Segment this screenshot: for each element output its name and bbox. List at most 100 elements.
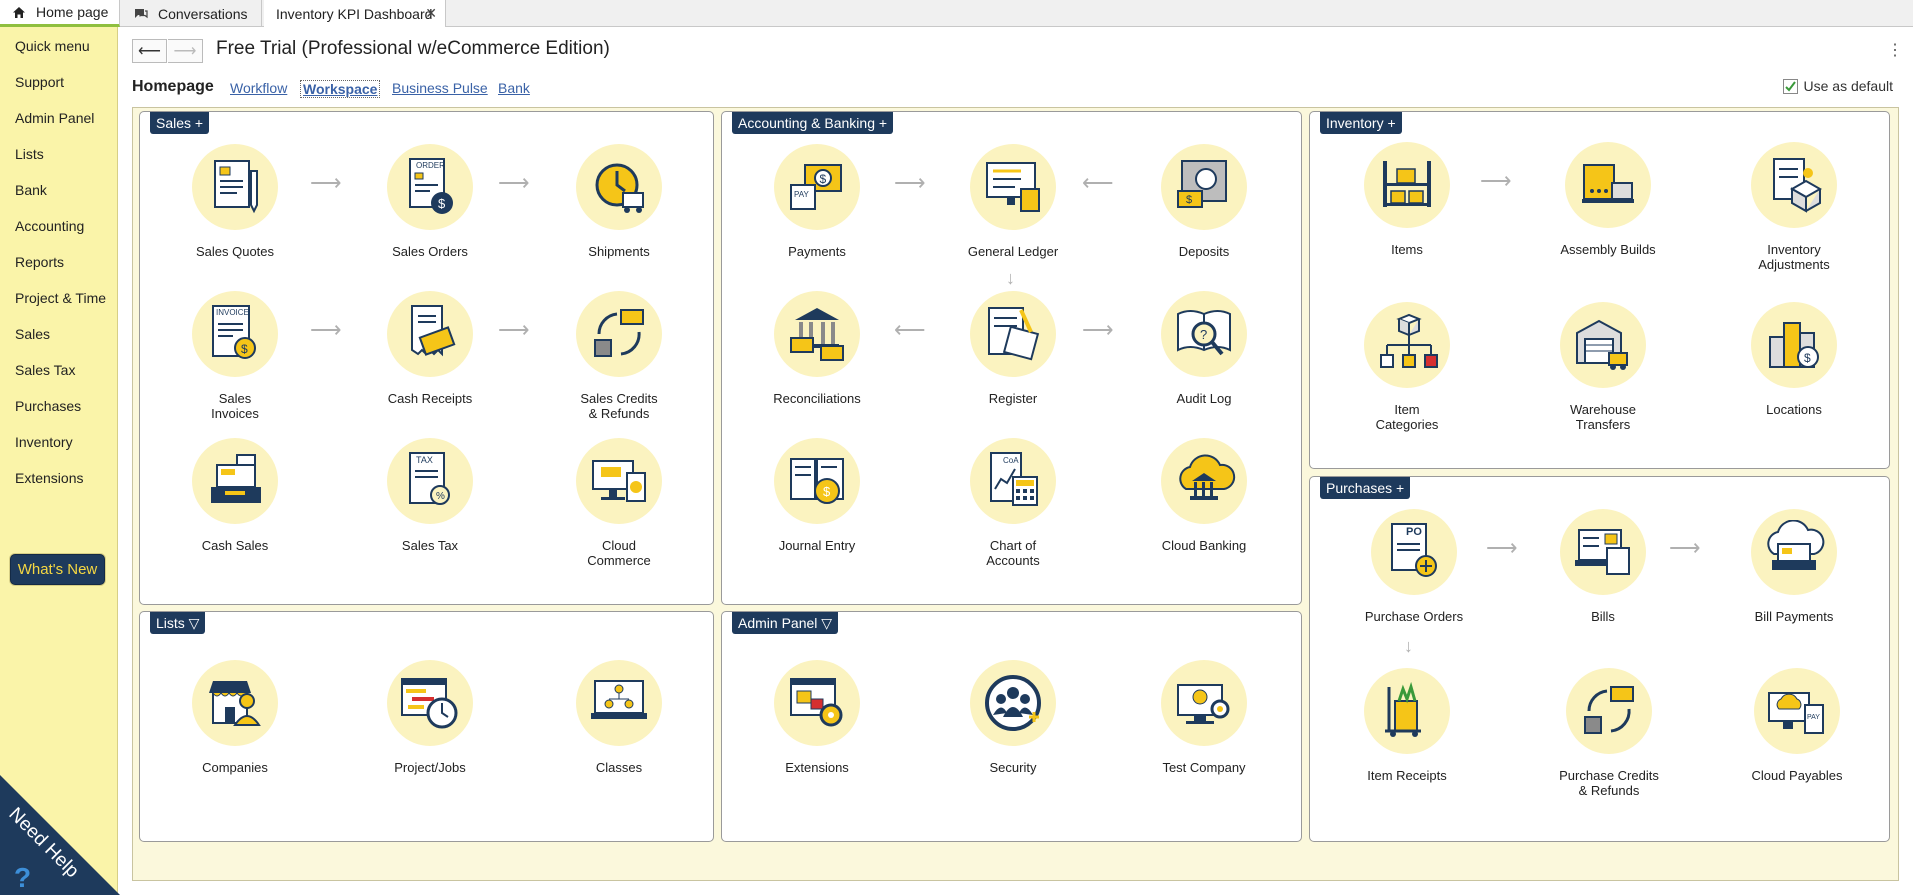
panel-title-sales[interactable]: Sales + xyxy=(150,112,210,134)
sidebar-item-reports[interactable]: Reports xyxy=(15,254,64,270)
item-warehouse-transfers[interactable]: Warehouse Transfers xyxy=(1518,302,1688,432)
classes-icon xyxy=(576,660,662,746)
companies-icon xyxy=(192,660,278,746)
cloud-commerce-icon xyxy=(576,438,662,524)
homepage-label: Homepage xyxy=(132,78,214,95)
item-cash-receipts[interactable]: Cash Receipts xyxy=(345,291,515,406)
item-sales-quotes[interactable]: Sales Quotes xyxy=(150,144,320,259)
item-label: Sales Quotes xyxy=(195,244,275,259)
link-business-pulse[interactable]: Business Pulse xyxy=(392,80,488,96)
sidebar-item-admin-panel[interactable]: Admin Panel xyxy=(15,110,94,126)
sidebar-item-sales[interactable]: Sales xyxy=(15,326,50,342)
page-title: Free Trial (Professional w/eCommerce Edi… xyxy=(216,38,610,59)
item-audit-log[interactable]: ? Audit Log xyxy=(1119,291,1289,406)
panel-title-purchases[interactable]: Purchases + xyxy=(1320,477,1411,499)
item-purchase-credits-refunds[interactable]: Purchase Credits & Refunds xyxy=(1524,668,1694,798)
extensions-icon xyxy=(774,660,860,746)
item-project-jobs[interactable]: Project/Jobs xyxy=(345,660,515,775)
item-extensions[interactable]: Extensions xyxy=(732,660,902,775)
item-label: Item Categories xyxy=(1375,402,1439,432)
item-item-categories[interactable]: Item Categories xyxy=(1322,302,1492,432)
item-chart-of-accounts[interactable]: CoA Chart of Accounts xyxy=(928,438,1098,568)
item-sales-credits-refunds[interactable]: Sales Credits & Refunds xyxy=(534,291,704,421)
item-cloud-banking[interactable]: Cloud Banking xyxy=(1119,438,1289,553)
svg-text:?: ? xyxy=(1200,327,1207,342)
item-cloud-commerce[interactable]: Cloud Commerce xyxy=(534,438,704,568)
purchase-orders-icon: PO xyxy=(1371,509,1457,595)
item-cash-sales[interactable]: Cash Sales xyxy=(150,438,320,553)
item-label: Cloud Payables xyxy=(1751,768,1843,783)
sidebar-item-project-time[interactable]: Project & Time xyxy=(15,290,106,306)
panel-title-inventory[interactable]: Inventory + xyxy=(1320,112,1402,134)
need-help-button[interactable]: Need Help ? xyxy=(0,775,120,895)
audit-log-icon: ? xyxy=(1161,291,1247,377)
item-general-ledger[interactable]: General Ledger xyxy=(928,144,1098,259)
item-shipments[interactable]: Shipments xyxy=(534,144,704,259)
close-tab-icon[interactable]: ✕ xyxy=(425,5,437,22)
whats-new-button[interactable]: What's New xyxy=(10,554,105,585)
link-workspace[interactable]: Workspace xyxy=(300,80,381,98)
more-options-icon[interactable]: ⋮ xyxy=(1887,40,1903,60)
panel-admin: Admin Panel ▽ Extensions Security Test C… xyxy=(721,611,1302,842)
forward-button[interactable]: ⟶ xyxy=(168,39,203,63)
item-label: Classes xyxy=(595,760,643,775)
item-cloud-payables[interactable]: PAY Cloud Payables xyxy=(1712,668,1882,783)
tab-inventory-kpi-dashboard[interactable]: Inventory KPI Dashboard ✕ xyxy=(264,0,446,27)
arrow-right-icon: ⟶ xyxy=(173,43,197,60)
item-journal-entry[interactable]: $ Journal Entry xyxy=(732,438,902,553)
sidebar-item-purchases[interactable]: Purchases xyxy=(15,398,81,414)
security-icon xyxy=(970,660,1056,746)
tab-label: Conversations xyxy=(158,5,248,22)
inventory-adjustments-icon xyxy=(1751,142,1837,228)
sidebar-item-sales-tax[interactable]: Sales Tax xyxy=(15,362,75,378)
item-sales-orders[interactable]: ORDER $ Sales Orders xyxy=(345,144,515,259)
item-item-receipts[interactable]: Item Receipts xyxy=(1322,668,1492,783)
back-button[interactable]: ⟵ xyxy=(132,39,167,63)
sidebar-item-inventory[interactable]: Inventory xyxy=(15,434,73,450)
sidebar-item-extensions[interactable]: Extensions xyxy=(15,470,83,486)
item-bill-payments[interactable]: Bill Payments xyxy=(1709,509,1879,624)
panel-inventory: Inventory + Items Assembly Builds Invent… xyxy=(1309,111,1890,469)
item-test-company[interactable]: Test Company xyxy=(1119,660,1289,775)
svg-text:$: $ xyxy=(1804,351,1811,365)
arrow-left-icon: ⟵ xyxy=(138,43,161,60)
item-inventory-adjustments[interactable]: Inventory Adjustments xyxy=(1709,142,1879,272)
item-assembly-builds[interactable]: Assembly Builds xyxy=(1523,142,1693,257)
item-security[interactable]: Security xyxy=(928,660,1098,775)
sidebar-item-accounting[interactable]: Accounting xyxy=(15,218,84,234)
item-sales-invoices[interactable]: INVOICE $ Sales Invoices xyxy=(150,291,320,421)
sidebar-item-support[interactable]: Support xyxy=(15,74,64,90)
item-label: Purchase Credits & Refunds xyxy=(1559,768,1659,798)
warehouse-transfers-icon xyxy=(1560,302,1646,388)
tab-home-page[interactable]: Home page xyxy=(0,0,120,27)
item-companies[interactable]: Companies xyxy=(150,660,320,775)
panel-title-accounting[interactable]: Accounting & Banking + xyxy=(732,112,894,134)
item-purchase-orders[interactable]: PO Purchase Orders xyxy=(1329,509,1499,624)
use-as-default-toggle[interactable]: Use as default xyxy=(1782,78,1894,94)
item-payments[interactable]: $ PAY Payments xyxy=(732,144,902,259)
svg-text:$: $ xyxy=(820,172,827,186)
sidebar-item-quick-menu[interactable]: Quick menu xyxy=(15,38,90,54)
link-workflow[interactable]: Workflow xyxy=(230,80,287,96)
item-classes[interactable]: Classes xyxy=(534,660,704,775)
item-register[interactable]: Register xyxy=(928,291,1098,406)
test-company-icon xyxy=(1161,660,1247,746)
item-bills[interactable]: Bills xyxy=(1518,509,1688,624)
sidebar-item-bank[interactable]: Bank xyxy=(15,182,47,198)
item-deposits[interactable]: $ Deposits xyxy=(1119,144,1289,259)
panel-title-lists[interactable]: Lists ▽ xyxy=(150,612,206,634)
item-locations[interactable]: $ Locations xyxy=(1709,302,1879,417)
item-label: Purchase Orders xyxy=(1364,609,1464,624)
link-bank[interactable]: Bank xyxy=(498,80,530,96)
item-label: Locations xyxy=(1766,402,1822,417)
checkbox-checked-icon[interactable] xyxy=(1782,78,1798,94)
use-as-default-label: Use as default xyxy=(1803,78,1894,94)
sidebar-item-lists[interactable]: Lists xyxy=(15,146,44,162)
cloud-payables-icon: PAY xyxy=(1754,668,1840,754)
item-sales-tax[interactable]: TAX% Sales Tax xyxy=(345,438,515,553)
tab-conversations[interactable]: Conversations xyxy=(122,0,262,27)
item-label: Item Receipts xyxy=(1367,768,1447,783)
item-items[interactable]: Items xyxy=(1322,142,1492,257)
panel-title-admin[interactable]: Admin Panel ▽ xyxy=(732,612,839,634)
item-reconciliations[interactable]: Reconciliations xyxy=(732,291,902,406)
